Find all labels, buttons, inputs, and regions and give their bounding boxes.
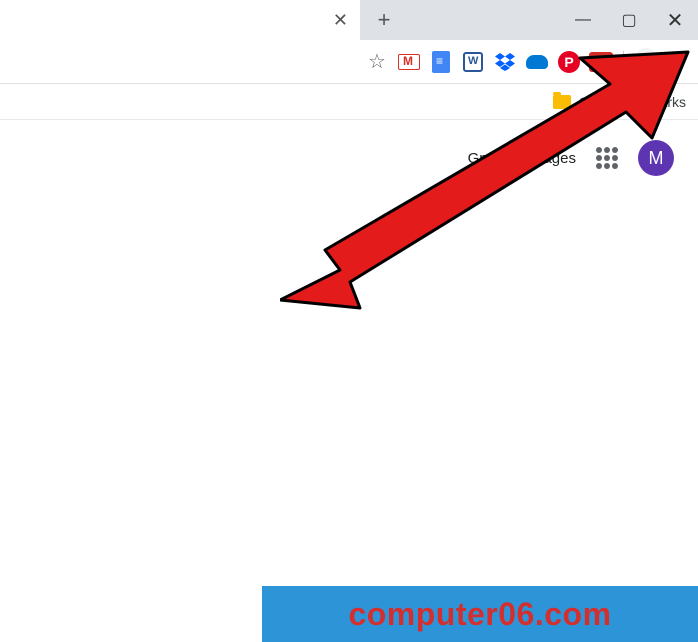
other-bookmarks-link[interactable]: Other bookmarks xyxy=(579,94,686,110)
pinterest-extension-icon[interactable]: P xyxy=(557,50,581,74)
toolbar-divider xyxy=(623,51,624,73)
chrome-menu-icon[interactable] xyxy=(666,53,690,71)
bookmark-star-icon[interactable]: ☆ xyxy=(365,50,389,74)
new-tab-button[interactable]: + xyxy=(370,6,398,34)
folder-icon xyxy=(553,95,571,109)
tab-strip: ✕ + — ▢ ✕ xyxy=(0,0,698,40)
page-content: Gmail Images M xyxy=(0,120,698,196)
lastpass-extension-icon[interactable]: ••• xyxy=(589,50,613,74)
gmail-link[interactable]: Gmail xyxy=(468,150,507,167)
gmail-extension-icon[interactable] xyxy=(397,50,421,74)
profile-icon[interactable] xyxy=(634,50,658,74)
dropbox-extension-icon[interactable] xyxy=(493,50,517,74)
images-link[interactable]: Images xyxy=(527,150,576,167)
account-avatar[interactable]: M xyxy=(638,140,674,176)
browser-toolbar: ☆ P ••• xyxy=(0,40,698,84)
onedrive-extension-icon[interactable] xyxy=(525,50,549,74)
browser-tab[interactable]: ✕ xyxy=(0,0,360,40)
google-apps-icon[interactable] xyxy=(596,147,618,169)
window-minimize-button[interactable]: — xyxy=(560,0,606,40)
watermark-text: computer06.com xyxy=(348,596,611,633)
window-close-button[interactable]: ✕ xyxy=(652,0,698,40)
docs-extension-icon[interactable] xyxy=(429,50,453,74)
tab-strip-background: + — ▢ ✕ xyxy=(360,0,698,40)
tab-close-icon[interactable]: ✕ xyxy=(333,10,348,31)
window-maximize-button[interactable]: ▢ xyxy=(606,0,652,40)
bookmark-bar: Other bookmarks xyxy=(0,84,698,120)
window-controls: — ▢ ✕ xyxy=(560,0,698,40)
watermark-bar: computer06.com xyxy=(262,586,698,642)
word-extension-icon[interactable] xyxy=(461,50,485,74)
